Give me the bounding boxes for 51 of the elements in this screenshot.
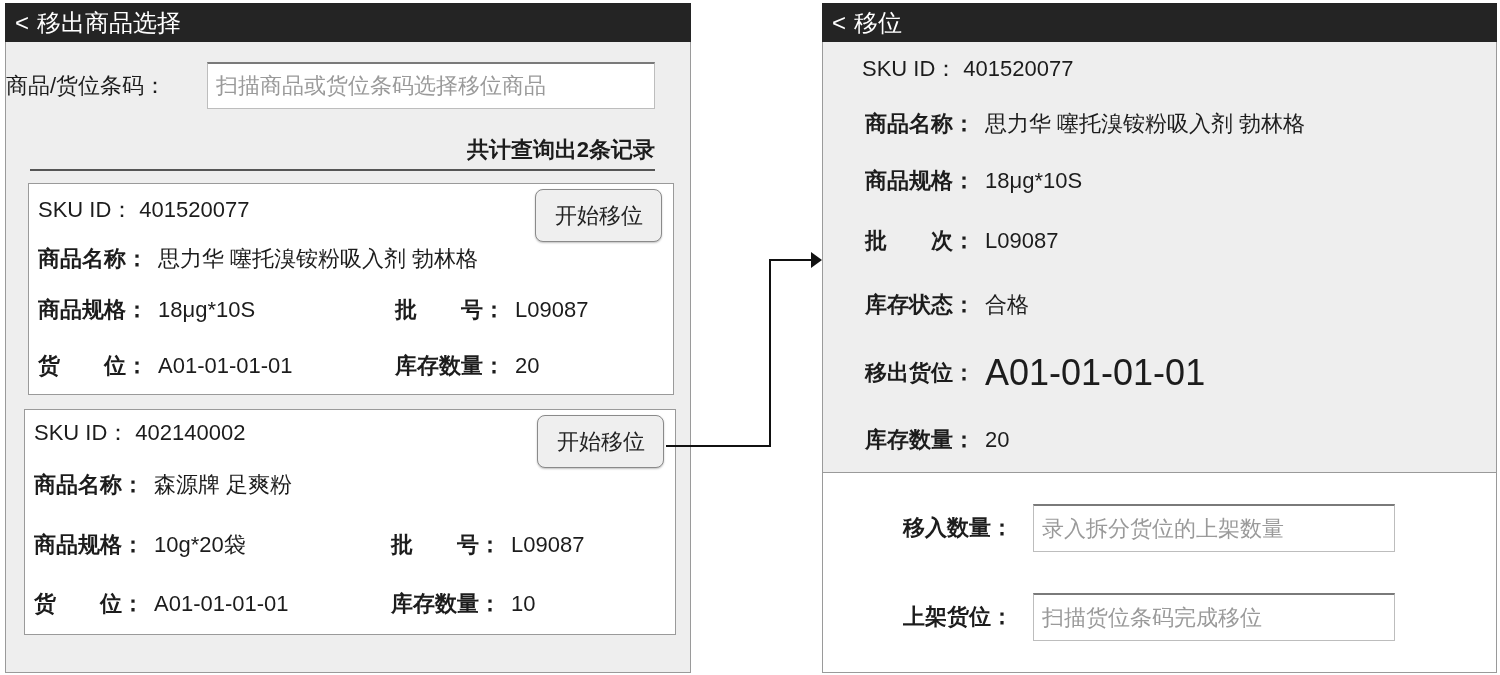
back-button[interactable]: < [13,8,31,37]
field-value: L09087 [511,532,585,558]
field-value: L09087 [515,297,589,323]
sku-label: SKU ID： [34,419,130,447]
field-label: 货 位： [34,590,144,618]
result-count: 共计查询出2条记录 [466,136,655,164]
field-label: 上架货位： [902,603,1013,631]
field-value: 思力华 噻托溴铵粉吸入剂 勃林格 [985,110,1306,138]
input-field[interactable]: 扫描货位条码完成移位 [1033,593,1395,641]
screen-title: 移位 [854,7,902,38]
location-value: A01-01-01-01 [985,351,1206,394]
field-label: 货 位： [38,352,148,380]
field-label: 商品名称： [34,471,144,499]
sku-value: 402140002 [135,420,246,446]
field-value: 401520077 [963,56,1074,82]
field-value: 18μg*10S [985,168,1083,194]
field-value: 20 [985,426,1010,453]
field-label: 移入数量： [901,514,1013,542]
field-value: A01-01-01-01 [158,353,293,379]
field-label: 库存状态： [865,291,975,319]
field-label: 批 号： [391,531,501,559]
screen-title: 移出商品选择 [37,7,181,38]
sku-label: SKU ID： [38,196,134,224]
field-value: 合格 [985,291,1029,319]
field-label: 商品规格： [865,167,975,195]
field-label: 批 次： [865,226,975,255]
field-value: A01-01-01-01 [154,591,289,617]
sku-value: 401520077 [139,197,250,223]
back-button[interactable]: < [830,8,848,37]
input-field[interactable]: 录入拆分货位的上架数量 [1033,504,1395,552]
field-label: SKU ID： [862,55,958,83]
field-label: 库存数量： [391,590,501,618]
product-name: 森源牌 足爽粉 [154,471,293,499]
product-name: 思力华 噻托溴铵粉吸入剂 勃林格 [158,245,479,273]
field-label: 商品名称： [865,110,975,138]
field-label: 商品规格： [34,531,144,559]
start-move-button[interactable]: 开始移位 [537,415,664,468]
field-label: 库存数量： [865,425,975,454]
start-move-button[interactable]: 开始移位 [535,189,662,242]
field-label: 商品规格： [38,296,148,324]
search-label: 商品/货位条码： [6,71,168,100]
field-label: 库存数量： [395,352,505,380]
search-field[interactable]: 扫描商品或货位条码选择移位商品 [207,62,655,109]
field-label: 移出货位： [865,358,975,387]
field-label: 批 号： [395,296,505,324]
field-value: 20 [515,353,540,379]
field-label: 商品名称： [38,245,148,273]
field-value: 18μg*10S [158,297,256,323]
field-value: L09087 [985,227,1059,254]
field-value: 10g*20袋 [154,531,246,559]
field-value: 10 [511,591,536,617]
